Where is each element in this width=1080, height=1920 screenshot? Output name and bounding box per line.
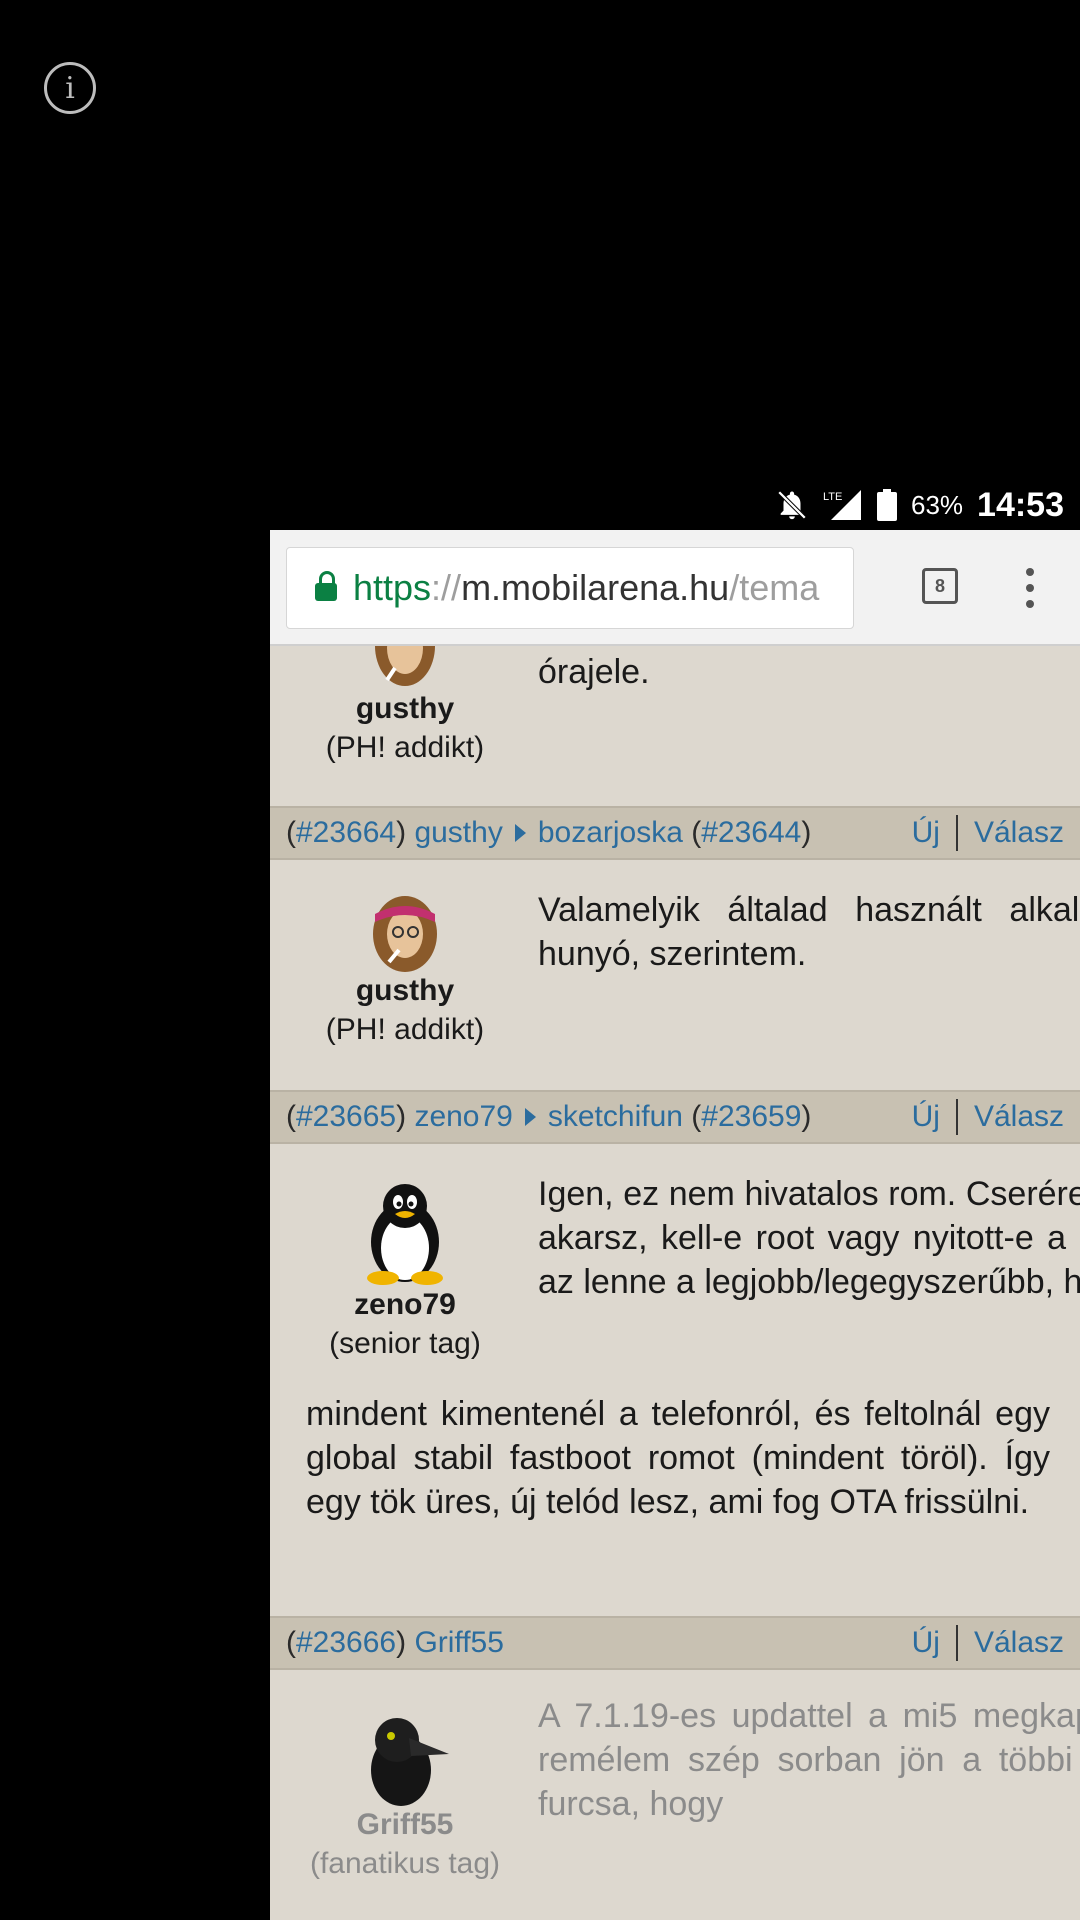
avatar <box>371 1718 449 1806</box>
svg-text:LTE: LTE <box>823 491 842 503</box>
post: gusthy (PH! addikt) Valamelyik általad h… <box>270 862 1080 1088</box>
author-name[interactable]: gusthy <box>270 690 540 728</box>
reply-to-link[interactable]: bozarjoska <box>538 816 683 850</box>
post-text: mindent kimentenél a telefonról, és felt… <box>306 1395 1050 1521</box>
avatar <box>373 896 437 972</box>
url-text[interactable]: https://m.mobilarena.hu/tema <box>353 567 819 609</box>
status-bar: LTE 63% 14:53 <box>270 480 1080 530</box>
reply-button[interactable]: Válasz <box>974 816 1064 850</box>
author-link[interactable]: zeno79 <box>414 1100 512 1134</box>
author-column: zeno79 (senior tag) <box>270 1182 540 1364</box>
author-rank: (PH! addikt) <box>325 731 485 764</box>
author-rank: (senior tag) <box>329 1327 481 1360</box>
url-host: m.mobilarena.hu <box>461 567 730 608</box>
url-scheme: https <box>353 567 432 608</box>
reference-link[interactable]: #23659 <box>701 1100 801 1134</box>
post-number-link[interactable]: #23665 <box>296 1100 396 1134</box>
post-header: (#23666) Griff55 Új Válasz <box>270 1616 1080 1670</box>
battery-percent: 63% <box>910 489 964 520</box>
browser-window: gusthy (PH! addikt) órajele. (#23664) gu… <box>270 530 1080 1920</box>
reply-button[interactable]: Válasz <box>974 1100 1064 1134</box>
post: Griff55 (fanatikus tag) A 7.1.19-es upda… <box>270 1672 1080 1920</box>
reply-button[interactable]: Válasz <box>974 1626 1064 1660</box>
address-bar[interactable]: https://m.mobilarena.hu/tema <box>286 547 854 629</box>
clock: 14:53 <box>977 485 1064 524</box>
author-column: gusthy (PH! addikt) <box>270 626 540 768</box>
browser-toolbar: https://m.mobilarena.hu/tema 8 <box>270 530 1080 646</box>
post-text: Igen, ez nem hivatalos rom. Cserére? Tud… <box>538 1175 1080 1301</box>
post-text: órajele. <box>538 653 650 691</box>
more-menu-icon[interactable] <box>1022 568 1038 608</box>
divider <box>955 1625 958 1661</box>
post-header: (#23665) zeno79 sketchifun (#23659) Új V… <box>270 1090 1080 1144</box>
author-name[interactable]: gusthy <box>270 972 540 1010</box>
divider <box>955 1099 958 1135</box>
author-rank: (fanatikus tag) <box>309 1847 501 1880</box>
url-path: /tema <box>729 567 820 608</box>
author-link[interactable]: Griff55 <box>414 1626 504 1660</box>
url-separator: :// <box>431 567 462 608</box>
avatar <box>367 1184 443 1285</box>
author-rank: (PH! addikt) <box>325 1013 485 1046</box>
post-header: (#23664) gusthy bozarjoska (#23644) Új V… <box>270 806 1080 860</box>
new-link[interactable]: Új <box>912 1100 940 1134</box>
reference-link[interactable]: #23644 <box>701 816 801 850</box>
post-text: A 7.1.19-es updattel a mi5 megkapta a no… <box>538 1697 1080 1823</box>
author-column: Griff55 (fanatikus tag) <box>270 1710 540 1884</box>
post-number-link[interactable]: #23664 <box>296 816 396 850</box>
post-number-link[interactable]: #23666 <box>296 1626 396 1660</box>
new-link[interactable]: Új <box>912 1626 940 1660</box>
reply-arrow-icon <box>514 824 526 842</box>
reply-arrow-icon <box>524 1108 536 1126</box>
divider <box>955 815 958 851</box>
battery-icon <box>876 489 897 521</box>
author-link[interactable]: gusthy <box>414 816 502 850</box>
notifications-off-icon <box>777 490 807 520</box>
post: gusthy (PH! addikt) órajele. <box>270 626 1080 806</box>
tab-switcher-button[interactable]: 8 <box>922 568 958 604</box>
info-icon[interactable]: i <box>44 62 96 114</box>
lock-icon <box>315 571 337 601</box>
author-name[interactable]: Griff55 <box>270 1806 540 1844</box>
author-name[interactable]: zeno79 <box>270 1286 540 1324</box>
lte-signal-icon: LTE <box>823 490 861 520</box>
reply-to-link[interactable]: sketchifun <box>548 1100 683 1134</box>
new-link[interactable]: Új <box>912 816 940 850</box>
post: zeno79 (senior tag) Igen, ez nem hivatal… <box>270 1146 1080 1616</box>
post-text: Valamelyik általad használt alkalmazás l… <box>538 891 1080 973</box>
author-column: gusthy (PH! addikt) <box>270 892 540 1050</box>
